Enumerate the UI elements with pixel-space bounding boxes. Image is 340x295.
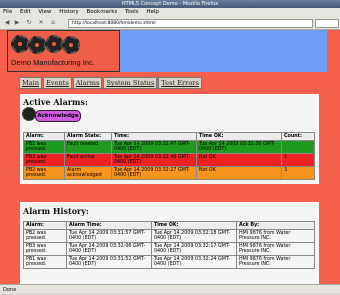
reload-icon[interactable]: ↻ (25, 19, 33, 27)
alarm-cell: PB2 was pressed. (23, 229, 67, 243)
table-row[interactable]: PB3 was pressed. Fault active Tue Apr 14… (23, 153, 315, 167)
tab-alarms[interactable]: Alarms (72, 77, 103, 89)
col-alarm-state: Alarm State: (64, 132, 112, 141)
col-alarm: Alarm: (23, 132, 65, 141)
timeok-cell: Tue Apr 14 2009 03:32:17 GMT-0400 (EDT) (151, 242, 237, 256)
company-name: Demo Manufacturing Inc. (11, 58, 95, 67)
window-title-bar: HTML5 Concept Demo - Mozilla Firefox (0, 0, 340, 8)
timeok-cell: Tue Apr 14 2009 03:32:18 GMT-0400 (EDT) (151, 229, 237, 243)
time-cell: Tue Apr 14 2009 03:32:40 GMT-0400 (EDT) (111, 153, 197, 167)
active-alarms-heading: Active Alarms: (23, 97, 88, 107)
col-time-ok: Time OK: (151, 221, 237, 230)
menu-bookmarks[interactable]: Bookmarks (87, 9, 118, 15)
alarm-cell: PB3 was pressed. (23, 153, 65, 167)
alarm-cell: PB1 was pressed. (23, 255, 67, 269)
col-alarm: Alarm: (23, 221, 67, 230)
alarm-history-panel: Alarm History: Alarm: Alarm Time: Time O… (20, 202, 319, 284)
timeok-cell: Not OK (196, 166, 282, 180)
table-row[interactable]: PB1 was pressed. Tue Apr 14 2009 03:31:5… (23, 255, 315, 269)
tab-main[interactable]: Main (19, 77, 43, 89)
menu-help[interactable]: Help (146, 9, 159, 15)
alarm-cell: PB1 was pressed. (23, 140, 65, 154)
menu-view[interactable]: View (38, 9, 51, 15)
col-ack-by: Ack By: (236, 221, 315, 230)
state-cell: Fault active (64, 153, 112, 167)
alarm-history-heading: Alarm History: (23, 206, 89, 216)
main-nav: Main Events Alarms System Status Test Er… (19, 77, 203, 89)
ackby-cell: HMI 9876 from Water Pressure INC. (236, 242, 315, 256)
alarm-cell: PB3 was pressed. (23, 242, 67, 256)
alarm-cell: PB2 was pressed. (23, 166, 65, 180)
count-cell: 1 (281, 153, 315, 167)
time-cell: Tue Apr 14 2009 03:32:47 GMT-0400 (EDT) (111, 140, 197, 154)
timeok-cell: Tue Apr 14 2009 03:32:36 GMT-0400 (EDT) (196, 140, 282, 154)
timeok-cell: Not OK (196, 153, 282, 167)
col-time: Time: (111, 132, 197, 141)
table-header-row: Alarm: Alarm State: Time: Time OK: Count… (23, 132, 315, 141)
col-count: Count: (281, 132, 315, 141)
ackby-cell: HMI 9876 from Water Pressure INC. (236, 229, 315, 243)
time-cell: Tue Apr 14 2009 03:31:57 GMT-0400 (EDT) (66, 229, 152, 243)
active-alarms-table: Alarm: Alarm State: Time: Time OK: Count… (23, 132, 315, 180)
tab-events[interactable]: Events (43, 77, 72, 89)
table-row[interactable]: PB1 was pressed. Fault reseted Tue Apr 1… (23, 140, 315, 154)
gear-icon (62, 36, 80, 54)
table-row[interactable]: PB2 was pressed. Tue Apr 14 2009 03:31:5… (23, 229, 315, 243)
tab-system-status[interactable]: System Status (103, 77, 158, 89)
ackby-cell: HMI 9876 from Water Pressure INC. (236, 255, 315, 269)
table-row[interactable]: PB2 was pressed. Alarm acknowledged Tue … (23, 166, 315, 180)
state-cell: Alarm acknowledged (64, 166, 112, 180)
col-alarm-time: Alarm Time: (66, 221, 152, 230)
count-cell (281, 140, 315, 154)
state-cell: Fault reseted (64, 140, 112, 154)
menu-bar: File Edit View History Bookmarks Tools H… (0, 8, 340, 17)
alarm-history-table: Alarm: Alarm Time: Time OK: Ack By: PB2 … (23, 221, 315, 269)
forward-arrow-icon[interactable]: ▶ (13, 19, 21, 27)
search-input[interactable] (315, 19, 339, 28)
tab-test-errors[interactable]: Test Errors (158, 77, 202, 89)
table-header-row: Alarm: Alarm Time: Time OK: Ack By: (23, 221, 315, 230)
timeok-cell: Tue Apr 14 2009 03:32:24 GMT-0400 (EDT) (151, 255, 237, 269)
address-bar[interactable]: http://localhost:8080/hmidemo.shtml (68, 19, 313, 28)
menu-history[interactable]: History (59, 9, 79, 15)
window-title: HTML5 Concept Demo - Mozilla Firefox (121, 1, 219, 7)
gear-icon (11, 35, 29, 53)
gear-icon (28, 36, 46, 54)
gear-icon (45, 35, 63, 53)
time-cell: Tue Apr 14 2009 03:31:52 GMT-0400 (EDT) (66, 255, 152, 269)
nav-toolbar: ◀ ▶ ↻ ✕ ⌂ http://localhost:8080/hmidemo.… (0, 17, 340, 30)
status-bar: Done (0, 284, 340, 294)
time-cell: Tue Apr 14 2009 03:32:06 GMT-0400 (EDT) (66, 242, 152, 256)
page-viewport: Demo Manufacturing Inc. Main Events Alar… (0, 30, 340, 284)
acknowledge-button[interactable]: Acknowledge (35, 110, 81, 122)
gear-icon (22, 107, 36, 121)
count-cell: 3 (281, 166, 315, 180)
menu-file[interactable]: File (3, 9, 12, 15)
back-arrow-icon[interactable]: ◀ (3, 19, 11, 27)
menu-tools[interactable]: Tools (125, 9, 139, 15)
col-time-ok: Time OK: (196, 132, 282, 141)
time-cell: Tue Apr 14 2009 03:32:27 GMT-0400 (EDT) (111, 166, 197, 180)
stop-icon[interactable]: ✕ (37, 19, 45, 27)
menu-edit[interactable]: Edit (20, 9, 31, 15)
home-icon[interactable]: ⌂ (49, 19, 57, 27)
header-banner: Demo Manufacturing Inc. (7, 30, 327, 72)
company-logo: Demo Manufacturing Inc. (7, 30, 120, 72)
active-alarms-panel: Active Alarms: Acknowledge Alarm: Alarm … (20, 94, 319, 184)
status-text: Done (3, 287, 17, 293)
table-row[interactable]: PB3 was pressed. Tue Apr 14 2009 03:32:0… (23, 242, 315, 256)
